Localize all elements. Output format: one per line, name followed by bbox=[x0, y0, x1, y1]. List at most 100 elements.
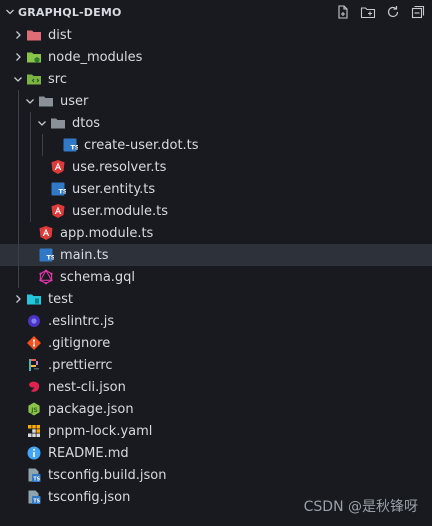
indent-guide bbox=[18, 90, 19, 112]
indent-guide bbox=[18, 200, 19, 222]
tree-file-row[interactable]: user.module.ts bbox=[0, 200, 432, 222]
chevron-down-icon[interactable] bbox=[34, 115, 50, 131]
tree-item-label: pnpm-lock.yaml bbox=[48, 423, 153, 439]
tree-item-label: schema.gql bbox=[60, 269, 136, 285]
tree-item-label: tsconfig.build.json bbox=[48, 467, 167, 483]
chevron-right-icon[interactable] bbox=[10, 49, 26, 65]
indent-guide bbox=[30, 134, 31, 156]
nest-icon bbox=[26, 379, 42, 395]
indent-guide bbox=[30, 178, 31, 200]
tree-item-label: user.entity.ts bbox=[72, 181, 156, 197]
git-icon bbox=[26, 335, 42, 351]
indent-guide bbox=[18, 134, 19, 156]
tree-item-label: user bbox=[60, 93, 89, 109]
chevron-down-icon[interactable] bbox=[22, 93, 38, 109]
new-file-icon[interactable] bbox=[335, 4, 351, 20]
typescript-icon: TS bbox=[50, 181, 66, 197]
indent-guide bbox=[18, 156, 19, 178]
tree-item-label: node_modules bbox=[48, 49, 143, 65]
indent-guide bbox=[42, 134, 43, 156]
typescript-icon: TS bbox=[62, 137, 78, 153]
tree-item-label: use.resolver.ts bbox=[72, 159, 167, 175]
graphql-icon bbox=[38, 269, 54, 285]
tree-item-label: create-user.dot.ts bbox=[84, 137, 199, 153]
nodejs-icon: JS bbox=[26, 401, 42, 417]
tree-file-row[interactable]: TS create-user.dot.ts bbox=[0, 134, 432, 156]
info-icon bbox=[26, 445, 42, 461]
tree-file-row[interactable]: nest-cli.json bbox=[0, 376, 432, 398]
tree-item-label: test bbox=[48, 291, 73, 307]
pnpm-icon bbox=[26, 423, 42, 439]
indent-guide bbox=[18, 266, 19, 288]
angular-icon bbox=[38, 225, 54, 241]
chevron-down-icon[interactable] bbox=[10, 71, 26, 87]
angular-icon bbox=[50, 203, 66, 219]
explorer-panel: GRAPHQL-DEMO dist node_modulessrc user dtos… bbox=[0, 0, 432, 526]
new-folder-icon[interactable] bbox=[360, 4, 376, 20]
tree-file-row[interactable]: schema.gql bbox=[0, 266, 432, 288]
tree-file-row[interactable]: README.md bbox=[0, 442, 432, 464]
chevron-right-icon[interactable] bbox=[10, 291, 26, 307]
collapse-all-icon[interactable] bbox=[410, 4, 426, 20]
folder-test-icon bbox=[26, 291, 42, 307]
tree-file-row[interactable]: use.resolver.ts bbox=[0, 156, 432, 178]
file-tree: dist node_modulessrc user dtos TS create-user… bbox=[0, 24, 432, 508]
folder-dist-icon bbox=[26, 27, 42, 43]
tree-folder-row[interactable]: user bbox=[0, 90, 432, 112]
tree-item-label: README.md bbox=[48, 445, 129, 461]
indent-guide bbox=[18, 178, 19, 200]
tree-file-row[interactable]: TS tsconfig.build.json bbox=[0, 464, 432, 486]
chevron-down-icon[interactable] bbox=[4, 6, 16, 18]
tree-folder-row[interactable]: src bbox=[0, 68, 432, 90]
tree-file-row[interactable]: app.module.ts bbox=[0, 222, 432, 244]
tree-folder-row[interactable]: node_modules bbox=[0, 46, 432, 68]
tree-file-row[interactable]: pnpm-lock.yaml bbox=[0, 420, 432, 442]
tree-item-label: package.json bbox=[48, 401, 134, 417]
tree-file-row[interactable]: JS package.json bbox=[0, 398, 432, 420]
refresh-icon[interactable] bbox=[385, 4, 401, 20]
tree-folder-row[interactable]: dist bbox=[0, 24, 432, 46]
indent-guide bbox=[18, 244, 19, 266]
tree-item-label: app.module.ts bbox=[60, 225, 154, 241]
tree-file-row[interactable]: .prettierrc bbox=[0, 354, 432, 376]
chevron-right-icon[interactable] bbox=[10, 27, 26, 43]
explorer-actions bbox=[335, 4, 426, 20]
tree-file-row[interactable]: .gitignore bbox=[0, 332, 432, 354]
tree-folder-row[interactable]: test bbox=[0, 288, 432, 310]
indent-guide bbox=[18, 112, 19, 134]
tree-folder-row[interactable]: dtos bbox=[0, 112, 432, 134]
tsconfig-icon: TS bbox=[26, 467, 42, 483]
indent-guide bbox=[30, 200, 31, 222]
angular-icon bbox=[50, 159, 66, 175]
tree-item-label: .prettierrc bbox=[48, 357, 113, 373]
project-title: GRAPHQL-DEMO bbox=[18, 5, 122, 19]
indent-guide bbox=[18, 222, 19, 244]
svg-text:JS: JS bbox=[30, 407, 38, 414]
tree-file-row[interactable]: TS user.entity.ts bbox=[0, 178, 432, 200]
svg-text:TS: TS bbox=[33, 498, 40, 504]
prettier-icon bbox=[26, 357, 42, 373]
watermark: CSDN @是秋锋呀 bbox=[303, 499, 418, 515]
folder-icon bbox=[38, 93, 54, 109]
tree-item-label: dtos bbox=[72, 115, 101, 131]
svg-text:TS: TS bbox=[59, 188, 67, 196]
typescript-icon: TS bbox=[38, 247, 54, 263]
tree-item-label: src bbox=[48, 71, 67, 87]
tree-file-row[interactable]: TS main.ts bbox=[0, 244, 432, 266]
tree-file-row[interactable]: .eslintrc.js bbox=[0, 310, 432, 332]
tsconfig-icon: TS bbox=[26, 489, 42, 505]
explorer-header[interactable]: GRAPHQL-DEMO bbox=[0, 0, 432, 24]
